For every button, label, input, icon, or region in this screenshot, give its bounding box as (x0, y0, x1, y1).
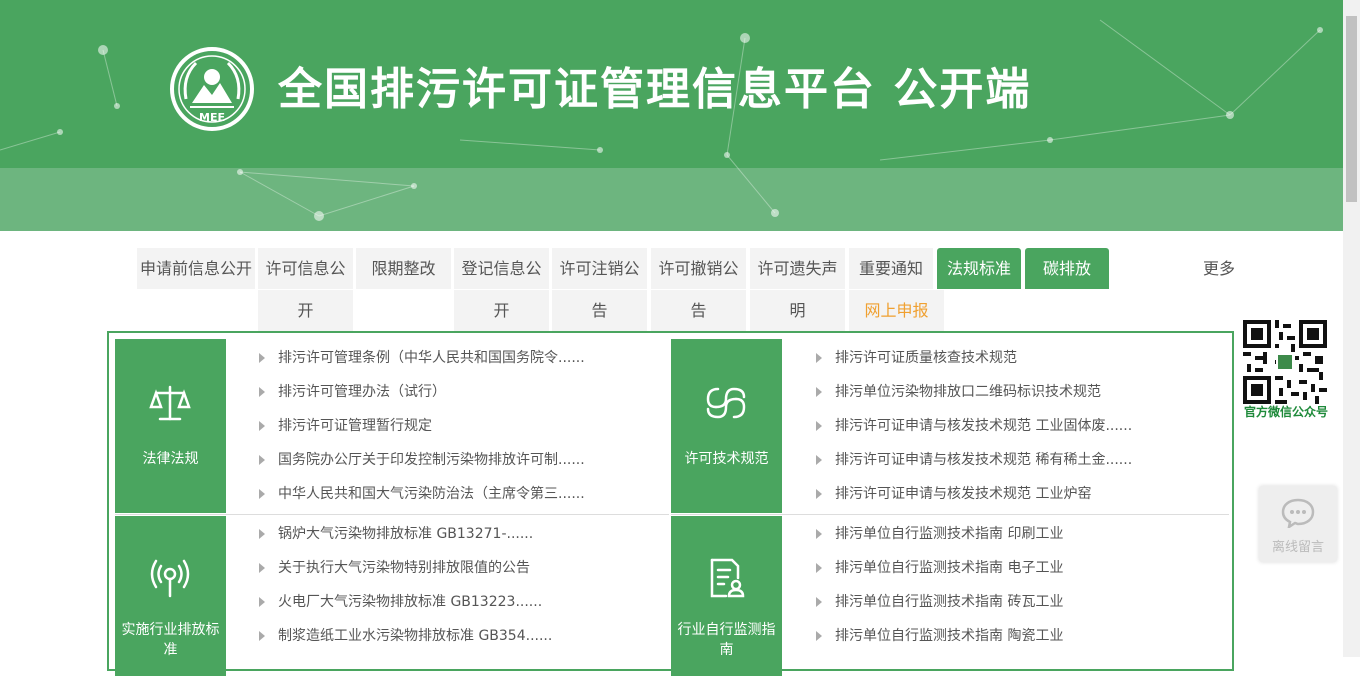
tab-regulations-standards[interactable]: 法规标准 (937, 248, 1021, 289)
list-item[interactable]: 锅炉大气污染物排放标准 GB13271-...... (257, 517, 552, 551)
category-industry-emission-standards[interactable]: 实施行业排放标 准 (115, 516, 226, 676)
list-item[interactable]: 国务院办公厅关于印发控制污染物排放许可制...... (257, 443, 585, 477)
chat-bubble-icon (1281, 498, 1315, 528)
monitoring-guides-list: 排污单位自行监测技术指南 印刷工业 排污单位自行监测技术指南 电子工业 排污单位… (814, 517, 1063, 653)
list-item[interactable]: 排污许可证申请与核发技术规范 工业炉窑 (814, 477, 1132, 511)
list-item[interactable]: 中华人民共和国大气污染防治法（主席令第三...... (257, 477, 585, 511)
scrollbar-thumb[interactable] (1346, 16, 1357, 202)
tab-license-revocation[interactable]: 许可撤销公 (651, 248, 746, 289)
tab-license-cancellation-cont[interactable]: 告 (552, 290, 647, 331)
list-item[interactable]: 排污许可证管理暂行规定 (257, 409, 585, 443)
list-item[interactable]: 排污许可管理条例（中华人民共和国国务院令...... (257, 341, 585, 375)
category-label: 许可技术规范 (684, 451, 769, 467)
tab-registration-info-cont[interactable]: 开 (454, 290, 549, 331)
list-item[interactable]: 排污单位污染物排放口二维码标识技术规范 (814, 375, 1132, 409)
list-item[interactable]: 制浆造纸工业水污染物排放标准 GB354...... (257, 619, 552, 653)
link-icon (706, 387, 746, 419)
category-laws[interactable]: 法律法规 (115, 339, 226, 513)
regulations-panel: 法律法规 排污许可管理条例（中华人民共和国国务院令...... 排污许可管理办法… (107, 331, 1234, 676)
page-scrollbar[interactable] (1343, 0, 1360, 657)
tab-license-info-cont[interactable]: 开 (258, 290, 353, 331)
tab-license-loss-statement[interactable]: 许可遗失声 (750, 248, 845, 289)
broadcast-icon (150, 559, 190, 598)
qr-label: 官方微信公众号 (1243, 405, 1328, 419)
tab-pre-application-disclosure[interactable]: 申请前信息公开 (137, 248, 255, 289)
document-user-icon (710, 558, 745, 598)
list-item[interactable]: 排污许可证质量核查技术规范 (814, 341, 1132, 375)
list-item[interactable]: 排污单位自行监测技术指南 印刷工业 (814, 517, 1063, 551)
list-item[interactable]: 排污许可证申请与核发技术规范 工业固体废...... (814, 409, 1132, 443)
svg-text:MEE: MEE (199, 111, 225, 124)
wechat-qr-code (1243, 320, 1327, 404)
tech-specs-list: 排污许可证质量核查技术规范 排污单位污染物排放口二维码标识技术规范 排污许可证申… (814, 341, 1132, 511)
more-link[interactable]: 更多 (1195, 248, 1243, 289)
row-divider (671, 514, 1229, 515)
list-item[interactable]: 关于执行大气污染物特别排放限值的公告 (257, 551, 552, 585)
site-header: MEE 全国排污许可证管理信息平台 公开端 (0, 0, 1343, 231)
site-title: 全国排污许可证管理信息平台 公开端 (278, 64, 1032, 115)
laws-list: 排污许可管理条例（中华人民共和国国务院令...... 排污许可管理办法（试行） … (257, 341, 585, 511)
tab-registration-info[interactable]: 登记信息公 (454, 248, 549, 289)
category-label: 行业自行监测指 (677, 622, 776, 638)
offline-message-button[interactable]: 离线留言 (1259, 486, 1337, 562)
tab-license-revocation-cont[interactable]: 告 (651, 290, 746, 331)
tab-license-info[interactable]: 许可信息公 (258, 248, 353, 289)
list-item[interactable]: 排污单位自行监测技术指南 砖瓦工业 (814, 585, 1063, 619)
list-item[interactable]: 排污单位自行监测技术指南 陶瓷工业 (814, 619, 1063, 653)
scale-icon (149, 385, 191, 421)
offline-message-label: 离线留言 (1271, 540, 1324, 555)
category-label: 实施行业排放标 (121, 622, 220, 638)
category-license-tech-specs[interactable]: 许可技术规范 (671, 339, 782, 513)
tab-online-declaration[interactable]: 网上申报 (849, 290, 944, 331)
tab-important-notice[interactable]: 重要通知 (849, 248, 933, 289)
tab-carbon-emission[interactable]: 碳排放 (1025, 248, 1109, 289)
emission-standards-list: 锅炉大气污染物排放标准 GB13271-...... 关于执行大气污染物特别排放… (257, 517, 552, 653)
list-item[interactable]: 火电厂大气污染物排放标准 GB13223...... (257, 585, 552, 619)
list-item[interactable]: 排污许可管理办法（试行） (257, 375, 585, 409)
category-label-cont: 准 (163, 642, 178, 658)
category-self-monitoring-guides[interactable]: 行业自行监测指 南 (671, 516, 782, 676)
row-divider (115, 514, 669, 515)
category-label-cont: 南 (719, 642, 734, 658)
mee-logo: MEE (170, 47, 254, 131)
tab-license-loss-statement-cont[interactable]: 明 (750, 290, 845, 331)
category-label: 法律法规 (142, 451, 199, 467)
tab-license-cancellation[interactable]: 许可注销公 (552, 248, 647, 289)
tab-rectification[interactable]: 限期整改 (356, 248, 451, 289)
list-item[interactable]: 排污单位自行监测技术指南 电子工业 (814, 551, 1063, 585)
list-item[interactable]: 排污许可证申请与核发技术规范 稀有稀土金...... (814, 443, 1132, 477)
